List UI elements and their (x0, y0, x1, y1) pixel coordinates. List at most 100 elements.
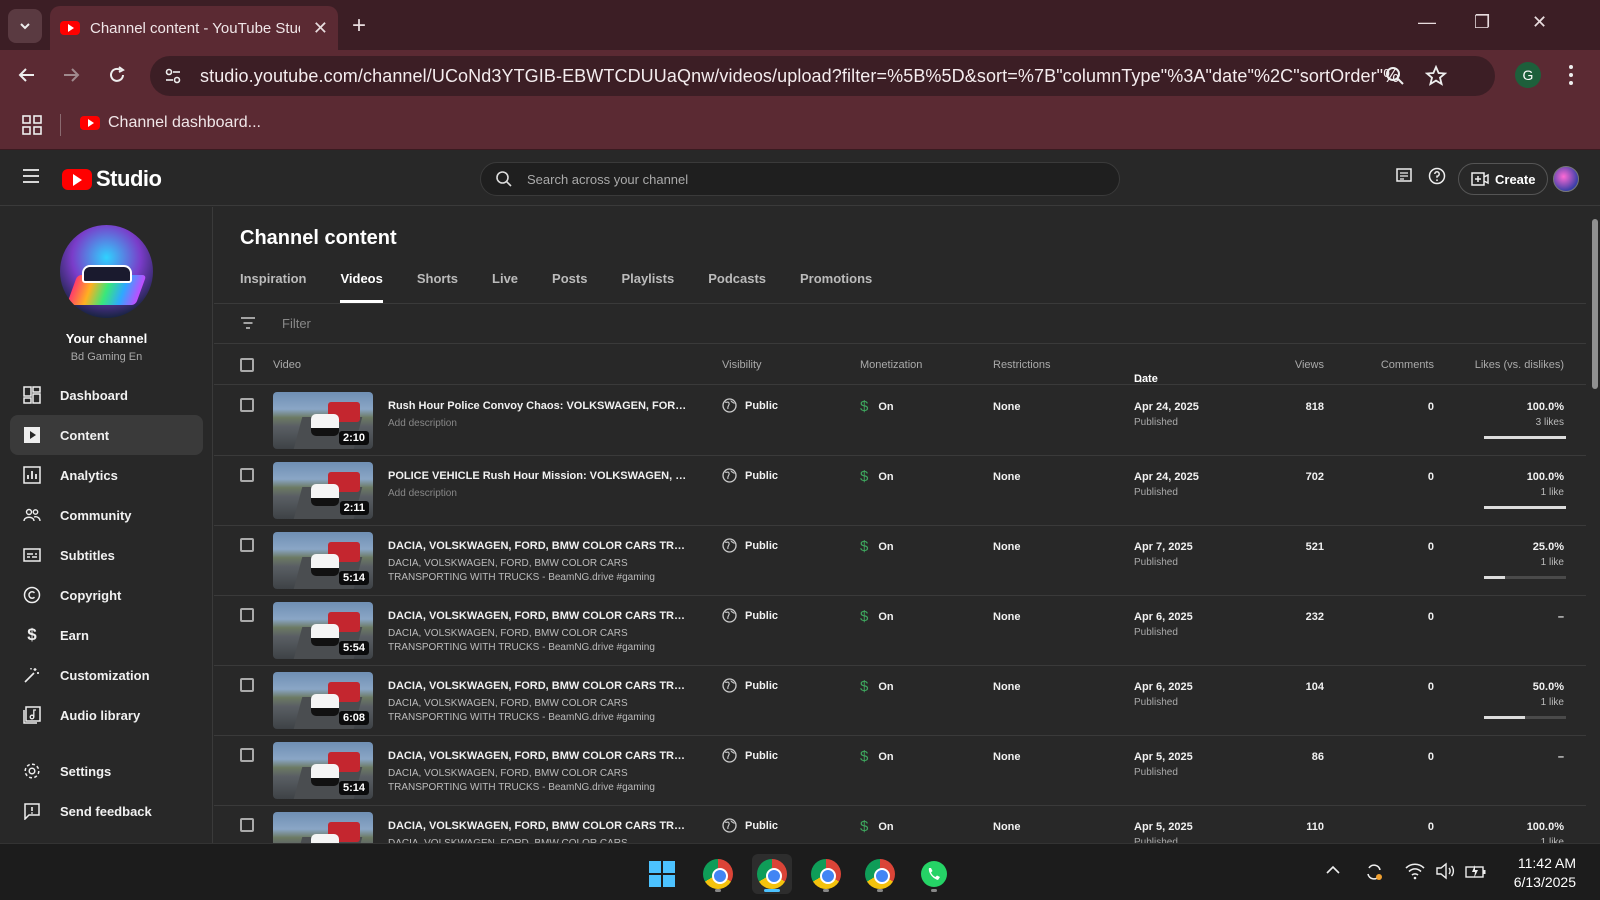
sidebar-item-copyright[interactable]: Copyright (10, 575, 203, 615)
monetization-cell[interactable]: $ On (860, 678, 894, 695)
taskbar-chrome-2[interactable] (752, 854, 792, 894)
help-icon[interactable] (1428, 167, 1446, 185)
row-checkbox[interactable] (240, 538, 254, 552)
account-avatar[interactable] (1553, 166, 1579, 192)
video-thumbnail[interactable]: 2:10 (273, 392, 373, 449)
video-title[interactable]: DACIA, VOLSKWAGEN, FORD, BMW COLOR CARS … (388, 820, 688, 832)
select-all-checkbox[interactable] (240, 358, 254, 372)
bookmark-star-icon[interactable] (1425, 65, 1447, 87)
tab-shorts[interactable]: Shorts (417, 267, 458, 303)
table-row[interactable]: 6:08 DACIA, VOLSKWAGEN, FORD, BMW COLOR … (214, 666, 1586, 736)
col-restrictions[interactable]: Restrictions (993, 359, 1050, 371)
table-row[interactable]: 2:11 POLICE VEHICLE Rush Hour Mission: V… (214, 456, 1586, 526)
video-title[interactable]: DACIA, VOLSKWAGEN, FORD, BMW COLOR CARS … (388, 540, 688, 552)
taskbar-chrome-1[interactable] (698, 854, 738, 894)
monetization-cell[interactable]: $ On (860, 608, 894, 625)
taskbar-chrome-3[interactable] (806, 854, 846, 894)
col-monetization[interactable]: Monetization (860, 359, 922, 371)
tab-playlists[interactable]: Playlists (621, 267, 674, 303)
video-title[interactable]: DACIA, VOLSKWAGEN, FORD, BMW COLOR CARS … (388, 610, 688, 622)
zoom-icon[interactable] (1385, 66, 1405, 86)
video-thumbnail[interactable]: 5:14 (273, 742, 373, 799)
visibility-cell[interactable]: Public (722, 608, 778, 623)
row-checkbox[interactable] (240, 608, 254, 622)
sidebar-item-audio-library[interactable]: Audio library (10, 695, 203, 735)
hamburger-menu-icon[interactable] (22, 168, 40, 184)
video-thumbnail[interactable]: 2:11 (273, 462, 373, 519)
tab-inspiration[interactable]: Inspiration (240, 267, 306, 303)
sidebar-item-settings[interactable]: Settings (10, 751, 203, 791)
main-scrollbar[interactable] (1590, 207, 1600, 843)
row-checkbox[interactable] (240, 818, 254, 832)
profile-avatar[interactable]: G (1515, 62, 1541, 88)
monetization-cell[interactable]: $ On (860, 398, 894, 415)
search-input[interactable] (527, 171, 1087, 187)
visibility-cell[interactable]: Public (722, 538, 778, 553)
restore-icon[interactable]: ❐ (1474, 12, 1490, 33)
taskbar-chrome-4[interactable] (860, 854, 900, 894)
monetization-cell[interactable]: $ On (860, 818, 894, 835)
system-clock[interactable]: 11:42 AM 6/13/2025 (1500, 854, 1576, 892)
browser-tab-active[interactable]: Channel content - YouTube Studio ✕ (50, 6, 338, 50)
table-row[interactable]: DACIA, VOLSKWAGEN, FORD, BMW COLOR CARS … (214, 806, 1586, 843)
video-description[interactable]: DACIA, VOLSKWAGEN, FORD, BMW COLOR CARS … (388, 557, 688, 585)
table-row[interactable]: 2:10 Rush Hour Police Convoy Chaos: VOLK… (214, 386, 1586, 456)
wifi-icon[interactable] (1405, 862, 1425, 880)
col-views[interactable]: Views (1264, 359, 1324, 371)
monetization-cell[interactable]: $ On (860, 468, 894, 485)
visibility-cell[interactable]: Public (722, 678, 778, 693)
video-description[interactable]: DACIA, VOLSKWAGEN, FORD, BMW COLOR CARS … (388, 627, 688, 655)
video-title[interactable]: DACIA, VOLSKWAGEN, FORD, BMW COLOR CARS … (388, 680, 688, 692)
back-button[interactable] (14, 62, 40, 88)
tray-chevron-up-icon[interactable] (1325, 862, 1341, 878)
forward-button[interactable] (58, 62, 84, 88)
video-description[interactable]: DACIA, VOLSKWAGEN, FORD, BMW COLOR CARS … (388, 767, 688, 795)
tab-search-button[interactable] (8, 9, 42, 43)
messages-icon[interactable] (1395, 167, 1413, 185)
site-settings-icon[interactable] (162, 65, 184, 87)
monetization-cell[interactable]: $ On (860, 748, 894, 765)
sidebar-item-customization[interactable]: Customization (10, 655, 203, 695)
video-thumbnail[interactable]: 6:08 (273, 672, 373, 729)
sync-icon[interactable] (1364, 862, 1384, 882)
video-title[interactable]: Rush Hour Police Convoy Chaos: VOLKSWAGE… (388, 400, 688, 412)
table-row[interactable]: 5:54 DACIA, VOLSKWAGEN, FORD, BMW COLOR … (214, 596, 1586, 666)
more-menu-icon[interactable] (1568, 64, 1574, 86)
tab-posts[interactable]: Posts (552, 267, 587, 303)
video-description[interactable]: Add description (388, 417, 688, 445)
tab-promotions[interactable]: Promotions (800, 267, 872, 303)
volume-icon[interactable] (1435, 862, 1455, 880)
sidebar-item-analytics[interactable]: Analytics (10, 455, 203, 495)
col-likes[interactable]: Likes (vs. dislikes) (1444, 359, 1564, 371)
sidebar-item-earn[interactable]: $ Earn (10, 615, 203, 655)
tab-podcasts[interactable]: Podcasts (708, 267, 766, 303)
video-description[interactable]: Add description (388, 487, 688, 515)
search-bar[interactable] (480, 162, 1120, 196)
video-description[interactable]: DACIA, VOLSKWAGEN, FORD, BMW COLOR CARS … (388, 697, 688, 725)
sidebar-item-community[interactable]: Community (10, 495, 203, 535)
minimize-icon[interactable]: — (1418, 12, 1436, 33)
sidebar-item-content[interactable]: Content (10, 415, 203, 455)
row-checkbox[interactable] (240, 398, 254, 412)
battery-icon[interactable] (1465, 862, 1487, 880)
sidebar-item-dashboard[interactable]: Dashboard (10, 375, 203, 415)
video-title[interactable]: DACIA, VOLSKWAGEN, FORD, BMW COLOR CARS … (388, 750, 688, 762)
create-button[interactable]: Create (1458, 163, 1549, 195)
sidebar-item-subtitles[interactable]: Subtitles (10, 535, 203, 575)
video-thumbnail[interactable]: 5:14 (273, 532, 373, 589)
start-button[interactable] (642, 854, 682, 894)
visibility-cell[interactable]: Public (722, 398, 778, 413)
taskbar-whatsapp[interactable] (914, 854, 954, 894)
visibility-cell[interactable]: Public (722, 748, 778, 763)
video-thumbnail[interactable]: 5:54 (273, 602, 373, 659)
filter-icon[interactable] (240, 316, 256, 330)
filter-input[interactable]: Filter (282, 316, 311, 331)
table-row[interactable]: 5:14 DACIA, VOLSKWAGEN, FORD, BMW COLOR … (214, 736, 1586, 806)
row-checkbox[interactable] (240, 678, 254, 692)
sidebar-item-send-feedback[interactable]: Send feedback (10, 791, 203, 831)
row-checkbox[interactable] (240, 748, 254, 762)
channel-avatar[interactable] (60, 225, 153, 318)
row-checkbox[interactable] (240, 468, 254, 482)
tab-live[interactable]: Live (492, 267, 518, 303)
address-bar[interactable]: studio.youtube.com/channel/UCoNd3YTGIB-E… (150, 56, 1495, 96)
